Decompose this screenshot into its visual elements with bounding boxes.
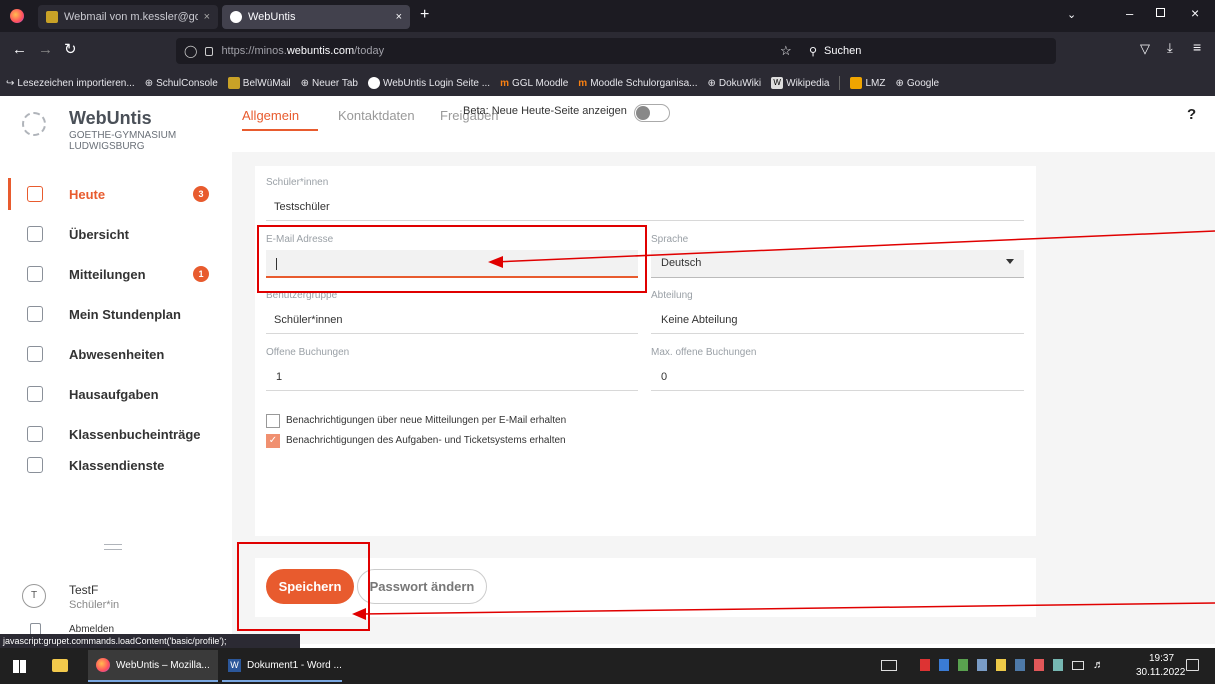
windows-taskbar: WebUntis – Mozilla... W Dokument1 - Word… xyxy=(0,648,1215,684)
tray-app-icon[interactable] xyxy=(1053,659,1063,671)
system-tray-icons: ♬ xyxy=(920,659,1104,671)
taskbar-app-label: Dokument1 - Word ... xyxy=(247,659,342,671)
annotation-arrow-save xyxy=(359,602,1215,615)
annotation-arrow-email xyxy=(493,230,1215,263)
clock-date[interactable]: 30.11.2022 xyxy=(1136,667,1185,678)
volume-icon[interactable]: ♬ xyxy=(1093,659,1104,671)
taskbar-app-label: WebUntis – Mozilla... xyxy=(116,659,210,671)
tray-app-icon[interactable] xyxy=(1015,659,1025,671)
arrowhead-email xyxy=(488,256,503,268)
tray-app-icon[interactable] xyxy=(939,659,949,671)
annotation-arrows xyxy=(352,230,1215,620)
clock-time[interactable]: 19:37 xyxy=(1149,653,1174,664)
firefox-icon xyxy=(96,658,110,672)
link-status-bar: javascript:grupet.commands.loadContent('… xyxy=(0,634,300,648)
file-explorer-icon[interactable] xyxy=(52,659,68,672)
windows-start-icon[interactable] xyxy=(13,660,26,673)
tray-app-icon[interactable] xyxy=(977,659,987,671)
taskbar-app-word[interactable]: W Dokument1 - Word ... xyxy=(222,650,342,682)
network-icon[interactable] xyxy=(1072,661,1084,670)
tray-app-icon[interactable] xyxy=(1034,659,1044,671)
word-icon: W xyxy=(228,658,241,672)
tray-keyboard-icon[interactable] xyxy=(881,660,897,671)
tray-app-icon[interactable] xyxy=(996,659,1006,671)
tray-app-icon[interactable] xyxy=(958,659,968,671)
taskbar-app-firefox[interactable]: WebUntis – Mozilla... xyxy=(88,650,218,682)
tray-app-icon[interactable] xyxy=(920,659,930,671)
arrowhead-save xyxy=(352,608,366,620)
notification-center-icon[interactable] xyxy=(1186,659,1199,671)
